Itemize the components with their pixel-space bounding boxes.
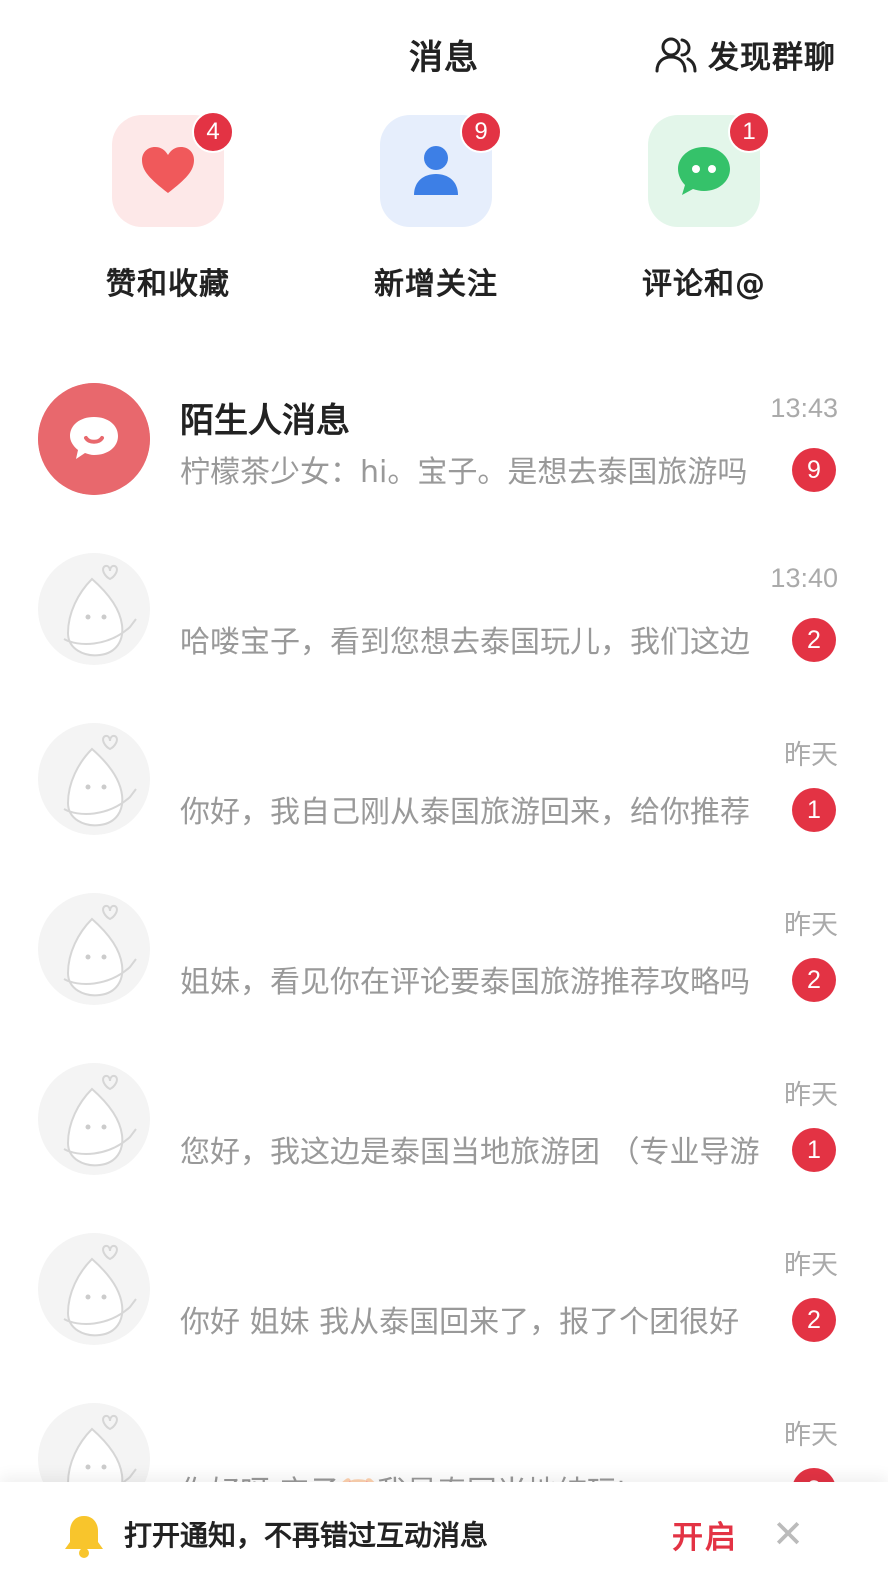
message-time: 昨天	[784, 910, 838, 940]
heart-icon	[142, 147, 194, 193]
notification-text: 打开通知，不再错过互动消息	[124, 1519, 489, 1552]
discover-group-chat-button[interactable]: 发现群聊	[654, 32, 836, 77]
likes-tile: 4	[112, 111, 234, 227]
unread-count-badge: 1	[792, 788, 836, 832]
message-row[interactable]: 您好，我这边是泰国当地旅游团 （专业导游 昨天 1	[0, 1035, 888, 1205]
unread-count-badge: 1	[792, 1128, 836, 1172]
message-time: 昨天	[784, 1250, 838, 1280]
message-preview: 姐妹，看见你在评论要泰国旅游推荐攻略吗	[180, 965, 750, 1000]
message-preview: 你好，我自己刚从泰国旅游回来，给你推荐	[180, 795, 750, 830]
message-row[interactable]: 哈喽宝子，看到您想去泰国玩儿，我们这边 13:40 2	[0, 525, 888, 695]
default-avatar	[38, 1063, 150, 1175]
message-row[interactable]: 你好 姐妹 我从泰国回来了，报了个团很好 昨天 2	[0, 1205, 888, 1375]
message-time: 13:40	[770, 563, 838, 593]
comments-and-mentions-entry[interactable]: 1 评论和@	[594, 111, 814, 303]
default-avatar	[38, 723, 150, 835]
comments-badge: 1	[728, 111, 770, 153]
default-avatar	[38, 553, 150, 665]
message-time: 13:43	[770, 393, 838, 423]
new-followers-entry[interactable]: 9 新增关注	[326, 111, 546, 303]
comments-label: 评论和@	[642, 267, 766, 302]
likes-badge: 4	[192, 111, 234, 153]
likes-label: 赞和收藏	[106, 267, 230, 302]
message-row[interactable]: 姐妹，看见你在评论要泰国旅游推荐攻略吗 昨天 2	[0, 865, 888, 1035]
conversation-name: 陌生人消息	[180, 401, 350, 441]
bell-icon	[65, 1516, 103, 1558]
message-time: 昨天	[784, 740, 838, 770]
message-preview: 柠檬茶少女：hi。宝子。是想去泰国旅游吗	[180, 455, 748, 490]
default-avatar	[38, 1233, 150, 1345]
close-icon[interactable]: ✕	[772, 1510, 804, 1558]
comments-tile: 1	[648, 111, 770, 227]
user-icon	[414, 146, 458, 195]
message-row[interactable]: 你好，我自己刚从泰国旅游回来，给你推荐 昨天 1	[0, 695, 888, 865]
group-users-icon	[655, 37, 697, 72]
message-time: 昨天	[784, 1420, 838, 1450]
message-row[interactable]: 陌生人消息 柠檬茶少女：hi。宝子。是想去泰国旅游吗 13:43 9	[0, 355, 888, 525]
top-header: 消息 发现群聊	[0, 0, 888, 110]
message-preview: 您好，我这边是泰国当地旅游团 （专业导游	[180, 1135, 760, 1170]
likes-and-favorites-entry[interactable]: 4 赞和收藏	[58, 111, 278, 303]
message-preview: 你好 姐妹 我从泰国回来了，报了个团很好	[180, 1305, 740, 1340]
unread-count-badge: 2	[792, 1298, 836, 1342]
enable-notifications-button[interactable]: 开启	[672, 1512, 738, 1557]
followers-badge: 9	[460, 111, 502, 153]
followers-tile: 9	[380, 111, 502, 227]
default-avatar	[38, 893, 150, 1005]
chat-bubble-icon	[678, 147, 730, 195]
message-preview: 哈喽宝子，看到您想去泰国玩儿，我们这边	[180, 625, 750, 660]
unread-count-badge: 2	[792, 618, 836, 662]
unread-count-badge: 9	[792, 448, 836, 492]
stranger-message-icon	[38, 383, 150, 495]
discover-label: 发现群聊	[708, 40, 836, 76]
notification-banner: 打开通知，不再错过互动消息 开启 ✕	[0, 1482, 888, 1593]
followers-label: 新增关注	[374, 267, 498, 302]
quick-categories: 4 赞和收藏 9 新增关注 1 评论和@	[0, 111, 888, 315]
message-time: 昨天	[784, 1080, 838, 1110]
message-list: 陌生人消息 柠檬茶少女：hi。宝子。是想去泰国旅游吗 13:43 9 哈喽宝子，…	[0, 355, 888, 1545]
unread-count-badge: 2	[792, 958, 836, 1002]
